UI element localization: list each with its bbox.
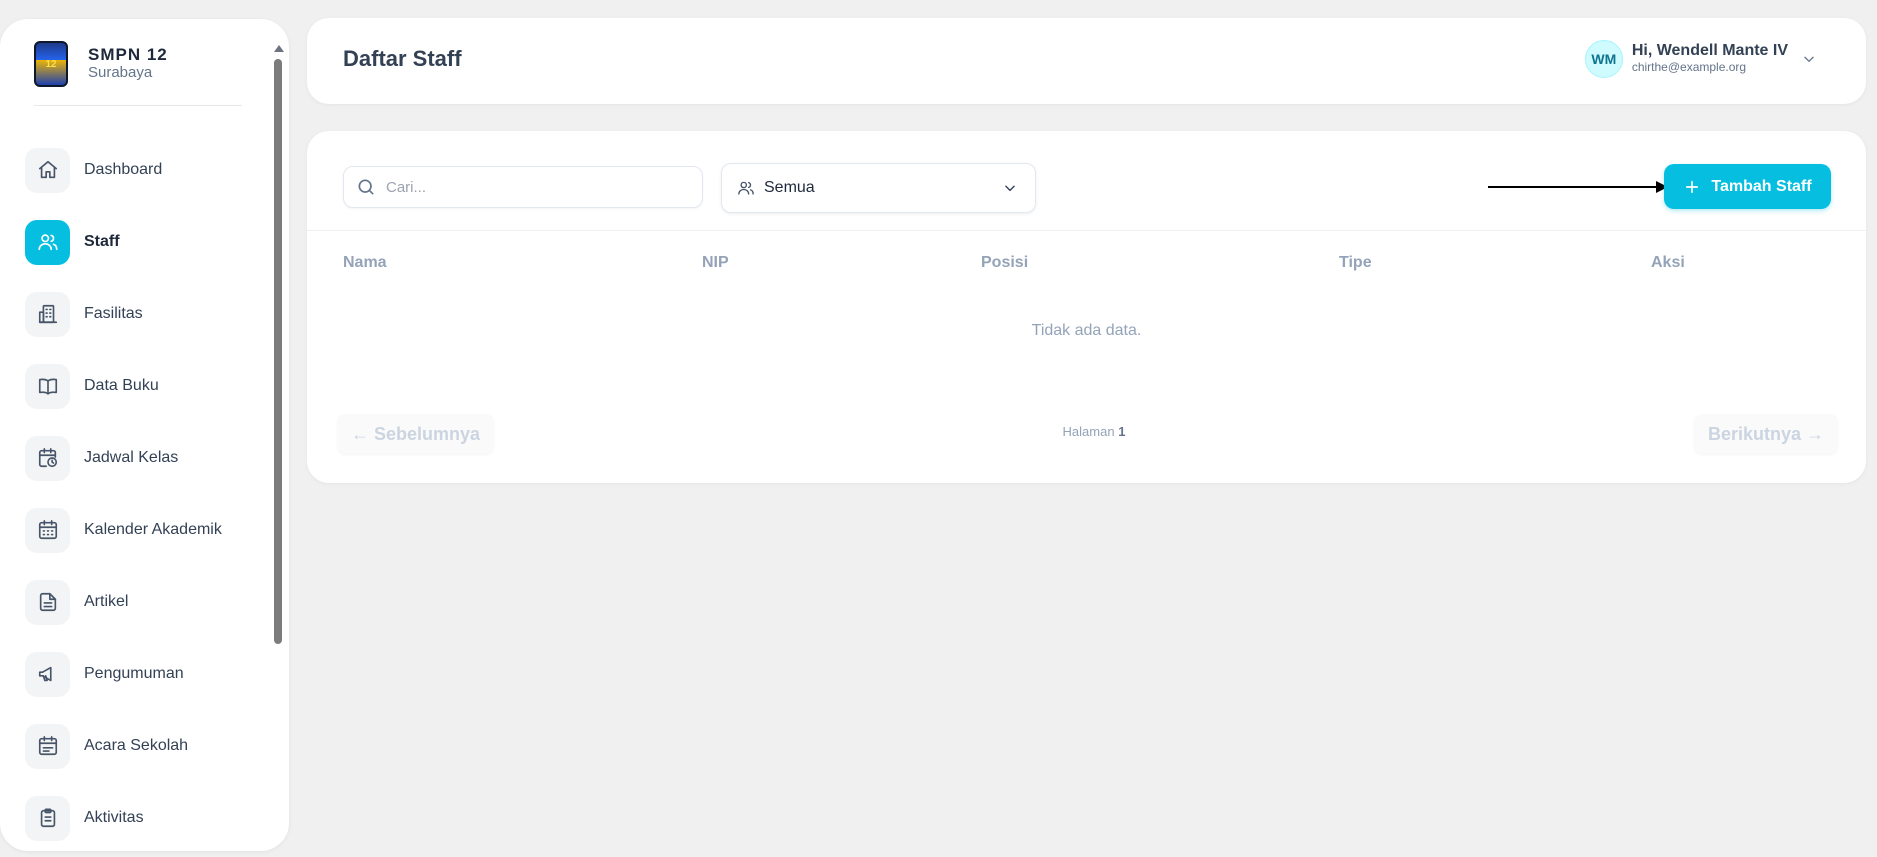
user-email: chirthe@example.org (1631, 60, 1747, 74)
school-logo: 12 (34, 41, 68, 87)
brand-subtitle: Surabaya (88, 64, 153, 81)
sidebar-item-artikel[interactable]: Artikel (25, 566, 222, 638)
sidebar-item-label: Jadwal Kelas (84, 449, 179, 466)
sidebar-item-label: Acara Sekolah (84, 737, 189, 754)
sidebar-item-pengumuman[interactable]: Pengumuman (25, 638, 222, 710)
scrollbar-thumb[interactable] (274, 59, 282, 644)
column-header-posisi[interactable]: Posisi (981, 254, 1028, 272)
chevron-down-icon (1003, 181, 1017, 195)
sidebar-item-label: Dashboard (84, 161, 163, 178)
chevron-down-icon[interactable] (1802, 52, 1816, 66)
megaphone-icon (25, 651, 70, 697)
column-header-tipe[interactable]: Tipe (1339, 254, 1372, 272)
annotation-arrow-line (1488, 186, 1656, 188)
top-header: Daftar Staff WM Hi, Wendell Mante IV chi… (307, 18, 1866, 104)
user-menu[interactable]: WM Hi, Wendell Mante IV chirthe@example.… (1584, 40, 1816, 78)
sidebar-nav: Dashboard Staff Fasilitas Data Buku Jadw… (25, 134, 222, 851)
search-input[interactable] (386, 178, 686, 196)
column-header-nip[interactable]: NIP (702, 254, 729, 272)
sidebar-item-label: Aktivitas (84, 809, 144, 826)
sidebar-item-kalender-akademik[interactable]: Kalender Akademik (25, 494, 222, 566)
staff-card: Semua Tambah Staff Nama NIP Posisi Tipe … (307, 131, 1866, 483)
calendar-clock-icon (25, 435, 70, 481)
type-filter-select[interactable]: Semua (721, 163, 1036, 213)
brand-title: SMPN 12 (88, 45, 168, 64)
avatar: WM (1584, 40, 1623, 78)
filter-selected-value: Semua (764, 179, 815, 196)
user-greeting: Hi, Wendell Mante IV (1631, 42, 1788, 59)
sidebar-item-data-buku[interactable]: Data Buku (25, 350, 222, 422)
home-icon (25, 147, 70, 193)
column-header-aksi: Aksi (1651, 254, 1685, 271)
sidebar-item-staff[interactable]: Staff (25, 206, 222, 278)
page-number: 1 (1118, 424, 1126, 439)
sidebar-item-aktivitas[interactable]: Aktivitas (25, 782, 222, 851)
scroll-up-arrow-icon[interactable] (274, 45, 284, 52)
sidebar-item-jadwal-kelas[interactable]: Jadwal Kelas (25, 422, 222, 494)
sidebar-item-label: Staff (84, 233, 120, 250)
page-prefix: Halaman (1062, 424, 1115, 439)
brand-divider (34, 105, 242, 106)
sidebar-item-label: Pengumuman (84, 665, 184, 682)
clipboard-icon (25, 795, 70, 841)
users-icon (737, 179, 755, 197)
sidebar-item-acara-sekolah[interactable]: Acara Sekolah (25, 710, 222, 782)
sidebar: 12 SMPN 12 Surabaya Dashboard Staff Fasi… (0, 19, 289, 851)
sidebar-item-fasilitas[interactable]: Fasilitas (25, 278, 222, 350)
add-staff-label: Tambah Staff (1711, 177, 1812, 195)
add-staff-button[interactable]: Tambah Staff (1664, 164, 1831, 209)
page-indicator: Halaman 1 (307, 424, 1866, 439)
calendar-event-icon (25, 723, 70, 769)
sidebar-item-dashboard[interactable]: Dashboard (25, 134, 222, 206)
column-header-nama[interactable]: Nama (343, 254, 387, 272)
users-icon (25, 219, 70, 265)
next-page-button[interactable]: Berikutnya → (1693, 414, 1838, 454)
sidebar-item-label: Kalender Akademik (84, 521, 222, 538)
toolbar-divider (307, 230, 1866, 231)
sidebar-item-label: Artikel (84, 593, 129, 610)
plus-icon (1686, 180, 1699, 193)
sidebar-item-label: Fasilitas (84, 305, 143, 322)
building-icon (25, 291, 70, 337)
book-icon (25, 363, 70, 409)
calendar-icon (25, 507, 70, 553)
search-box[interactable] (343, 166, 703, 208)
empty-state-text: Tidak ada data. (1031, 322, 1142, 339)
search-icon (358, 179, 374, 195)
page-title: Daftar Staff (343, 46, 462, 71)
document-icon (25, 579, 70, 625)
brand[interactable]: 12 SMPN 12 Surabaya (34, 41, 168, 87)
sidebar-scrollbar[interactable] (272, 41, 284, 851)
sidebar-item-label: Data Buku (84, 377, 159, 394)
